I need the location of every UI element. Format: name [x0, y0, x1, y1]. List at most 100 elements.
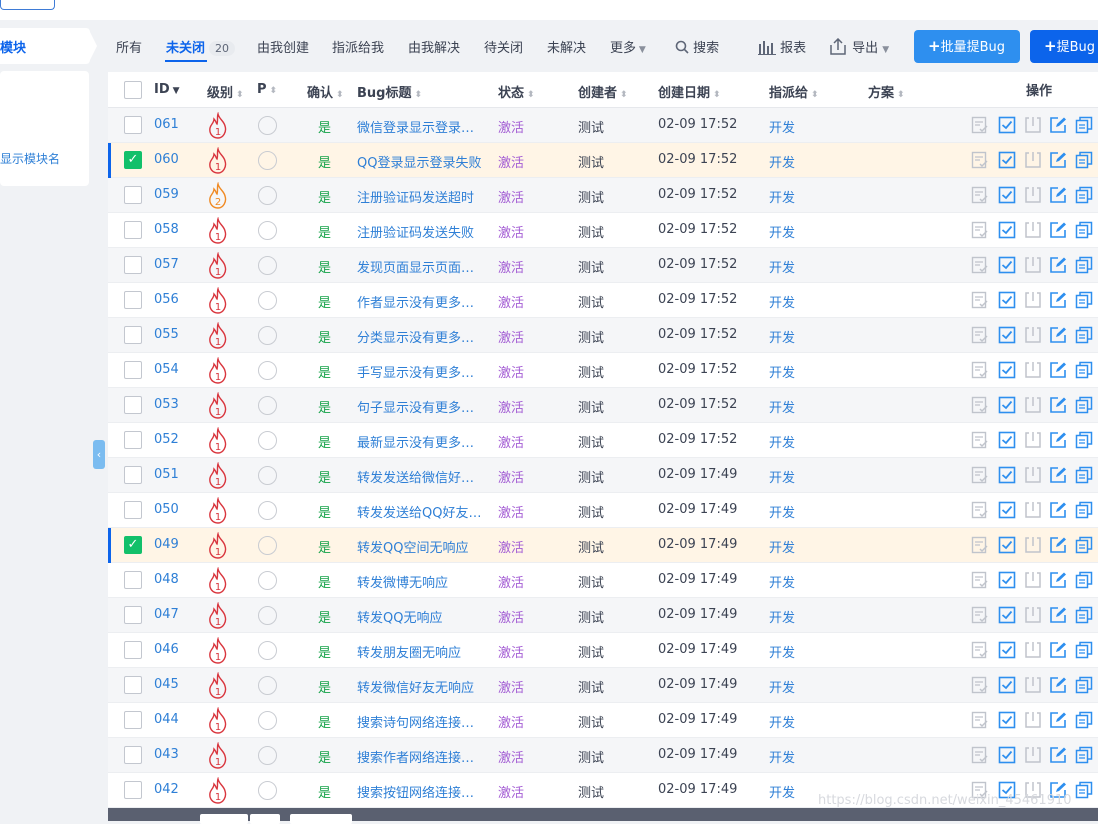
bug-id-link[interactable]: 042: [154, 782, 179, 797]
row-checkbox[interactable]: [124, 116, 142, 134]
bug-id-link[interactable]: 051: [154, 467, 179, 482]
row-checkbox[interactable]: [124, 291, 142, 309]
bug-title-link[interactable]: 转发微博无响应: [357, 572, 483, 591]
bug-id-link[interactable]: 046: [154, 642, 179, 657]
assigned-to-link[interactable]: 开发: [769, 502, 795, 521]
assigned-to-link[interactable]: 开发: [769, 747, 795, 766]
assigned-to-link[interactable]: 开发: [769, 152, 795, 171]
assigned-to-link[interactable]: 开发: [769, 537, 795, 556]
resolve-icon[interactable]: [998, 571, 1016, 589]
copy-icon[interactable]: [1075, 676, 1093, 694]
bug-id-link[interactable]: 056: [154, 292, 179, 307]
bug-id-link[interactable]: 052: [154, 432, 179, 447]
confirm-icon[interactable]: [971, 571, 989, 589]
page-input[interactable]: [250, 814, 280, 824]
resolve-icon[interactable]: [998, 361, 1016, 379]
resolve-icon[interactable]: [998, 676, 1016, 694]
bug-id-link[interactable]: 044: [154, 712, 179, 727]
copy-icon[interactable]: [1075, 746, 1093, 764]
sidebar-collapse-button[interactable]: ‹: [93, 440, 105, 469]
assigned-to-link[interactable]: 开发: [769, 677, 795, 696]
col-severity[interactable]: 级别 ⬍: [207, 82, 244, 101]
bug-id-link[interactable]: 060: [154, 152, 179, 167]
bug-title-link[interactable]: 搜索诗句网络连接…: [357, 712, 483, 731]
col-title[interactable]: Bug标题 ⬍: [357, 82, 422, 101]
bug-title-link[interactable]: 转发QQ无响应: [357, 607, 483, 626]
confirm-icon[interactable]: [971, 431, 989, 449]
close-icon[interactable]: [1024, 571, 1042, 589]
table-row[interactable]: 057 1 是 发现页面显示页面… 激活 测试 02-09 17:52 开发: [108, 248, 1098, 283]
assigned-to-link[interactable]: 开发: [769, 222, 795, 241]
confirm-icon[interactable]: [971, 396, 989, 414]
edit-icon[interactable]: [1049, 466, 1067, 484]
resolve-icon[interactable]: [998, 396, 1016, 414]
confirm-icon[interactable]: [971, 221, 989, 239]
edit-icon[interactable]: [1049, 431, 1067, 449]
tab-1[interactable]: 未关闭 20: [166, 37, 236, 56]
bug-id-link[interactable]: 043: [154, 747, 179, 762]
col-creator[interactable]: 创建者 ⬍: [578, 82, 628, 101]
breadcrumb[interactable]: [0, 0, 55, 10]
bug-id-link[interactable]: 049: [154, 537, 179, 552]
row-checkbox[interactable]: [124, 501, 142, 519]
edit-icon[interactable]: [1049, 536, 1067, 554]
copy-icon[interactable]: [1075, 781, 1093, 799]
resolve-icon[interactable]: [998, 746, 1016, 764]
col-confirmed[interactable]: 确认 ⬍: [307, 82, 344, 101]
table-row[interactable]: 051 1 是 转发发送给微信好… 激活 测试 02-09 17:49 开发: [108, 458, 1098, 493]
resolve-icon[interactable]: [998, 466, 1016, 484]
table-row[interactable]: 058 1 是 注册验证码发送失败 激活 测试 02-09 17:52 开发: [108, 213, 1098, 248]
copy-icon[interactable]: [1075, 291, 1093, 309]
row-checkbox[interactable]: [124, 466, 142, 484]
confirm-icon[interactable]: [971, 711, 989, 729]
row-checkbox[interactable]: [124, 606, 142, 624]
edit-icon[interactable]: [1049, 606, 1067, 624]
bug-id-link[interactable]: 057: [154, 257, 179, 272]
tab-7[interactable]: 更多 ▼: [610, 37, 646, 56]
bug-title-link[interactable]: 分类显示没有更多…: [357, 327, 483, 346]
row-checkbox[interactable]: [124, 571, 142, 589]
table-row[interactable]: 056 1 是 作者显示没有更多… 激活 测试 02-09 17:52 开发: [108, 283, 1098, 318]
col-solution[interactable]: 方案 ⬍: [868, 82, 905, 101]
confirm-icon[interactable]: [971, 326, 989, 344]
confirm-icon[interactable]: [971, 641, 989, 659]
edit-icon[interactable]: [1049, 186, 1067, 204]
table-row[interactable]: ✓ 060 1 是 QQ登录显示登录失败 激活 测试 02-09 17:52 开发: [108, 143, 1098, 178]
assigned-to-link[interactable]: 开发: [769, 257, 795, 276]
edit-icon[interactable]: [1049, 641, 1067, 659]
col-created[interactable]: 创建日期 ⬍: [658, 82, 721, 101]
row-checkbox[interactable]: [124, 746, 142, 764]
bug-id-link[interactable]: 045: [154, 677, 179, 692]
tab-2[interactable]: 由我创建: [257, 37, 309, 56]
bug-title-link[interactable]: 搜索作者网络连接…: [357, 747, 483, 766]
copy-icon[interactable]: [1075, 536, 1093, 554]
add-bug-button[interactable]: +提Bug: [1030, 30, 1098, 63]
copy-icon[interactable]: [1075, 116, 1093, 134]
module-hint-link[interactable]: 显示模块名: [0, 150, 60, 167]
copy-icon[interactable]: [1075, 641, 1093, 659]
close-icon[interactable]: [1024, 711, 1042, 729]
col-assigned[interactable]: 指派给 ⬍: [769, 82, 819, 101]
bug-title-link[interactable]: 转发微信好友无响应: [357, 677, 483, 696]
assigned-to-link[interactable]: 开发: [769, 327, 795, 346]
confirm-icon[interactable]: [971, 676, 989, 694]
bug-title-link[interactable]: 发现页面显示页面…: [357, 257, 483, 276]
edit-icon[interactable]: [1049, 221, 1067, 239]
confirm-icon[interactable]: [971, 116, 989, 134]
row-checkbox[interactable]: ✓: [124, 536, 142, 554]
tab-3[interactable]: 指派给我: [332, 37, 384, 56]
bug-title-link[interactable]: 句子显示没有更多…: [357, 397, 483, 416]
assigned-to-link[interactable]: 开发: [769, 782, 795, 801]
resolve-icon[interactable]: [998, 116, 1016, 134]
resolve-icon[interactable]: [998, 291, 1016, 309]
copy-icon[interactable]: [1075, 606, 1093, 624]
bug-title-link[interactable]: 注册验证码发送失败: [357, 222, 483, 241]
module-label[interactable]: 模块: [0, 37, 26, 56]
page-size-select[interactable]: [200, 814, 248, 824]
edit-icon[interactable]: [1049, 501, 1067, 519]
table-row[interactable]: 043 1 是 搜索作者网络连接… 激活 测试 02-09 17:49 开发: [108, 738, 1098, 773]
page-jump-button[interactable]: [290, 814, 352, 824]
confirm-icon[interactable]: [971, 746, 989, 764]
assigned-to-link[interactable]: 开发: [769, 642, 795, 661]
confirm-icon[interactable]: [971, 151, 989, 169]
